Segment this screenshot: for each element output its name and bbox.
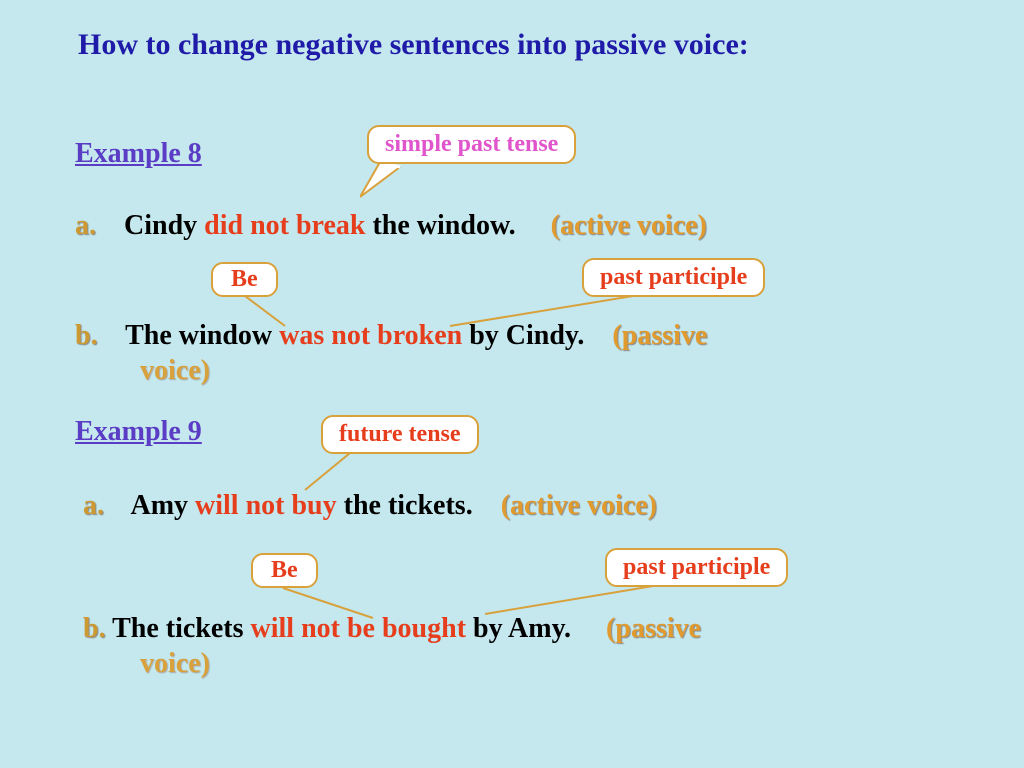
tense-callout-9: future tense xyxy=(321,415,479,454)
voice-label: (passive xyxy=(606,613,701,644)
subject: Amy xyxy=(130,490,188,521)
verb-phrase: will not buy xyxy=(195,490,337,521)
be-callout-9: Be xyxy=(251,553,318,588)
tense-callout-8: simple past tense xyxy=(367,125,576,164)
example-9-heading: Example 9 xyxy=(75,416,202,448)
verb-phrase: did not break xyxy=(204,210,365,241)
voice-label: (passive xyxy=(612,320,707,351)
voice-label: (active voice) xyxy=(501,490,657,521)
sentence-9b: b. The tickets will not be bought by Amy… xyxy=(83,613,701,645)
object: the tickets. xyxy=(344,490,473,521)
sentence-9a: a. Amy will not buy the tickets. (active… xyxy=(83,490,657,522)
item-letter: a. xyxy=(83,490,104,521)
example-8-heading: Example 8 xyxy=(75,138,202,170)
page-title: How to change negative sentences into pa… xyxy=(78,28,749,62)
subject: The window xyxy=(125,320,272,351)
agent: by Cindy. xyxy=(469,320,584,351)
be-callout-8: Be xyxy=(211,262,278,297)
sentence-8b-cont: voice) xyxy=(140,355,210,387)
subject: Cindy xyxy=(124,210,197,241)
item-letter: a. xyxy=(75,210,96,241)
voice-label: (active voice) xyxy=(551,210,707,241)
sentence-8b: b. The window was not broken by Cindy. (… xyxy=(75,320,707,352)
verb-phrase: was not broken xyxy=(279,320,462,351)
item-letter: b. xyxy=(83,613,106,644)
voice-cont: voice) xyxy=(140,355,210,386)
item-letter: b. xyxy=(75,320,98,351)
sentence-9b-cont: voice) xyxy=(140,648,210,680)
pp-callout-9: past participle xyxy=(605,548,788,587)
object: the window. xyxy=(372,210,515,241)
agent: by Amy. xyxy=(473,613,571,644)
sentence-8a: a. Cindy did not break the window. (acti… xyxy=(75,210,707,242)
verb-phrase: will not be bought xyxy=(251,613,467,644)
subject: The tickets xyxy=(112,613,243,644)
voice-cont: voice) xyxy=(140,648,210,679)
pp-callout-8: past participle xyxy=(582,258,765,297)
